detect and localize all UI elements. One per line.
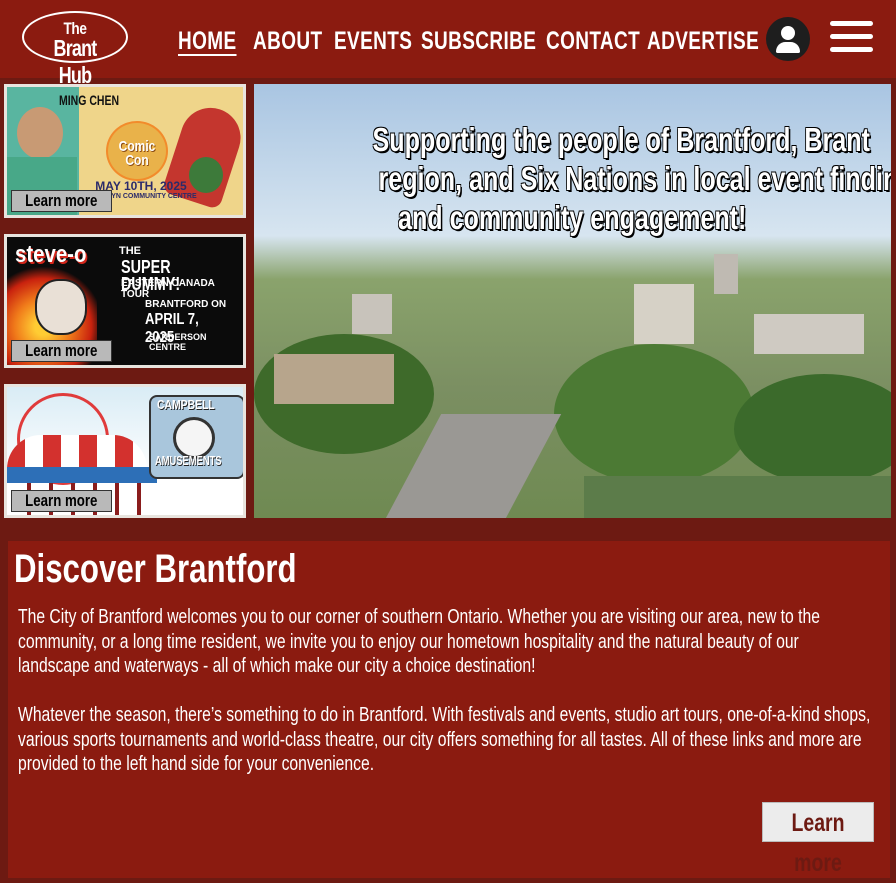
site-header: The Brant Hub HOME ABOUT EVENTS SUBSCRIB…	[0, 0, 896, 88]
learn-more-button[interactable]: Learn more	[762, 802, 874, 877]
user-icon-body	[776, 42, 800, 53]
ad-graphic	[17, 107, 63, 159]
nav-home[interactable]: HOME	[178, 27, 237, 56]
ad-tour: EASTERN CANADA TOUR	[121, 278, 215, 300]
discover-section: Discover Brantford The City of Brantford…	[8, 541, 890, 878]
learn-more-button[interactable]: Learn more	[11, 490, 112, 512]
ad-graphic	[7, 467, 157, 483]
hero-scenery	[714, 254, 738, 294]
hero-scenery	[754, 314, 864, 354]
section-title: Discover Brantford	[14, 547, 297, 591]
ad-graphic	[35, 279, 87, 335]
ad-pre-title: THE	[119, 245, 141, 257]
logo-line-2: Brant Hub	[53, 35, 98, 88]
hamburger-menu-icon[interactable]	[830, 21, 873, 54]
hero-scenery	[634, 284, 694, 344]
nav-events[interactable]: EVENTS	[334, 27, 412, 56]
user-icon[interactable]	[766, 17, 810, 61]
ad-steve-o[interactable]: steve-o THE SUPER DUMMY! EASTERN CANADA …	[4, 234, 246, 368]
hero-scenery	[584, 476, 891, 518]
nav-contact[interactable]: CONTACT	[546, 27, 640, 56]
ad-brand-line-2: AMUSEMENTS	[155, 453, 222, 468]
nav-subscribe[interactable]: SUBSCRIBE	[421, 27, 536, 56]
ad-comic-con[interactable]: MING CHEN Comic Con MAY 10TH, 2025 BRANL…	[4, 84, 246, 218]
learn-more-button[interactable]: Learn more	[11, 340, 112, 362]
hero-scenery	[352, 294, 392, 334]
hero-line: region, and Six Nations in local event f…	[378, 160, 891, 197]
site-logo[interactable]: The Brant Hub	[22, 11, 128, 88]
ad-graphic	[189, 157, 223, 193]
comic-con-title: Comic Con	[118, 138, 156, 169]
nav-advertise[interactable]: ADVERTISE	[647, 27, 759, 56]
nav-about[interactable]: ABOUT	[253, 27, 322, 56]
hero-scenery	[734, 374, 891, 484]
hero-scenery	[554, 344, 754, 484]
hero-tagline: Supporting the people of Brantford, Bran…	[294, 120, 891, 237]
ad-brand-line-1: CAMPBELL	[157, 397, 215, 412]
hero-scenery	[274, 354, 394, 404]
learn-more-button[interactable]: Learn more	[11, 190, 112, 212]
ad-campbell-amusements[interactable]: CAMPBELL AMUSEMENTS Learn more	[4, 384, 246, 518]
intro-paragraph: The City of Brantford welcomes you to ou…	[18, 606, 820, 677]
ad-performer-name: steve-o	[15, 241, 87, 268]
hero-line: Supporting the people of Brantford, Bran…	[372, 121, 870, 158]
ad-featured-name: MING CHEN	[59, 92, 120, 108]
ad-venue: SANDERSON CENTRE	[149, 332, 207, 352]
user-icon-head	[781, 26, 795, 40]
ad-city: BRANTFORD ON	[145, 299, 227, 310]
comic-con-badge: Comic Con	[106, 121, 168, 181]
carousel-graphic	[7, 435, 147, 469]
hero-banner: Supporting the people of Brantford, Bran…	[254, 84, 891, 518]
events-paragraph: Whatever the season, there’s something t…	[18, 704, 871, 775]
hero-line: and community engagement!	[397, 199, 747, 236]
